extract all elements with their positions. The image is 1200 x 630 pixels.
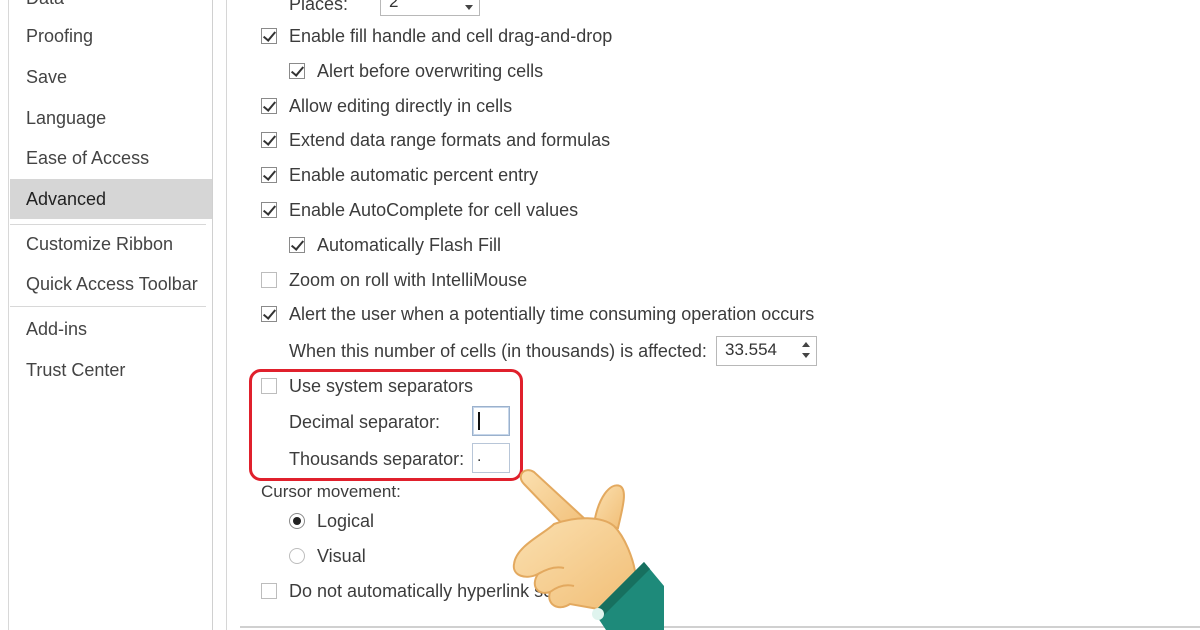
sidebar-item-ease-of-access[interactable]: Ease of Access [10,138,212,178]
option-autocomplete[interactable]: Enable AutoComplete for cell values [261,195,578,225]
sidebar-item-language[interactable]: Language [10,98,212,138]
checkbox-checked-icon[interactable] [261,98,277,114]
content-left-border [226,0,227,630]
checkbox-unchecked-icon[interactable] [261,583,277,599]
option-label: Extend data range formats and formulas [289,129,611,150]
option-edit-in-cells[interactable]: Allow editing directly in cells [261,91,512,121]
cursor-movement-label: Cursor movement: [261,482,401,501]
places-spinner[interactable]: 2 [380,0,480,16]
checkbox-checked-icon[interactable] [261,202,277,218]
window-left-border [8,0,9,630]
option-alert-overwrite[interactable]: Alert before overwriting cells [289,56,543,86]
checkbox-checked-icon[interactable] [261,132,277,148]
cells-threshold-label: When this number of cells (in thousands)… [289,341,707,361]
option-label: Zoom on roll with IntelliMouse [289,269,528,290]
option-label: Alert the user when a potentially time c… [289,303,815,324]
spin-arrows-icon[interactable] [465,0,475,13]
cells-threshold-value: 33.554 [725,340,777,359]
sidebar-divider [10,306,206,307]
sidebar-item-advanced[interactable]: Advanced [10,179,212,219]
places-label: Places: [289,0,349,14]
option-label: Enable AutoComplete for cell values [289,199,579,220]
radio-selected-icon[interactable] [289,513,305,529]
option-label: Enable automatic percent entry [289,164,539,185]
sidebar-item-add-ins[interactable]: Add-ins [10,309,212,349]
checkbox-unchecked-icon[interactable] [261,272,277,288]
cells-threshold-spinner[interactable]: 33.554 [716,336,817,366]
option-zoom-intellimouse[interactable]: Zoom on roll with IntelliMouse [261,265,527,295]
options-sidebar: Data Proofing Save Language Ease of Acce… [0,0,212,630]
checkbox-checked-icon[interactable] [261,167,277,183]
radio-logical[interactable]: Logical [289,506,374,536]
checkbox-checked-icon[interactable] [289,63,305,79]
checkbox-checked-icon[interactable] [261,306,277,322]
highlight-annotation [249,369,523,481]
sidebar-item-proofing[interactable]: Proofing [10,16,212,56]
checkbox-checked-icon[interactable] [261,28,277,44]
checkbox-checked-icon[interactable] [289,237,305,253]
radio-label: Visual [317,545,366,566]
spin-arrows-icon[interactable] [802,339,812,361]
option-extend-formats[interactable]: Extend data range formats and formulas [261,125,610,155]
sidebar-item-quick-access-toolbar[interactable]: Quick Access Toolbar [10,264,212,304]
option-label: Alert before overwriting cells [317,60,544,81]
sidebar-right-border [212,0,213,630]
radio-visual[interactable]: Visual [289,541,366,571]
sidebar-item-save[interactable]: Save [10,57,212,97]
radio-unselected-icon[interactable] [289,548,305,564]
places-value: 2 [389,0,399,11]
option-flash-fill[interactable]: Automatically Flash Fill [289,230,501,260]
option-label: Automatically Flash Fill [317,234,502,255]
radio-label: Logical [317,510,375,531]
option-label: Allow editing directly in cells [289,95,513,116]
content-bottom-border [240,626,1200,628]
option-percent-entry[interactable]: Enable automatic percent entry [261,160,538,190]
option-alert-time-consuming[interactable]: Alert the user when a potentially time c… [261,299,814,329]
pointing-hand-icon [512,469,664,630]
sidebar-item-customize-ribbon[interactable]: Customize Ribbon [10,224,212,264]
option-label: Enable fill handle and cell drag-and-dro… [289,25,613,46]
option-fill-handle[interactable]: Enable fill handle and cell drag-and-dro… [261,21,612,51]
sidebar-item-trust-center[interactable]: Trust Center [10,350,212,390]
